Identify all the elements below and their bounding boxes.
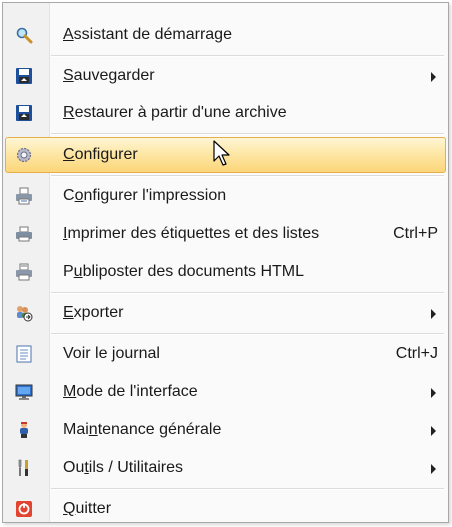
- tools-icon: [15, 459, 33, 477]
- menu-separator: [51, 333, 444, 335]
- menu-item-maintenance[interactable]: Maintenance générale: [5, 412, 446, 448]
- menu-item-quitter[interactable]: Quitter: [5, 491, 446, 527]
- menu-item-configurer-impression[interactable]: Configurer l'impression: [5, 178, 446, 214]
- restore-disk-icon: [15, 104, 33, 122]
- menu-separator: [51, 133, 444, 135]
- menu-item-voir-journal[interactable]: Voir le journal Ctrl+J: [5, 336, 446, 372]
- menu-item-label: Voir le journal: [63, 345, 160, 362]
- menu-item-restaurer[interactable]: Restaurer à partir d'une archive: [5, 95, 446, 131]
- monitor-icon: [15, 383, 33, 401]
- mouse-cursor-icon: [213, 140, 230, 166]
- menu-item-label: Mode de l'interface: [63, 383, 198, 400]
- menu-separator: [51, 488, 444, 490]
- menu-separator: [51, 55, 444, 57]
- menu-separator: [51, 292, 444, 294]
- quit-icon: [15, 500, 33, 518]
- context-menu: Assistant de démarrage Sauvegarder Resta…: [2, 2, 449, 523]
- menu-item-mode-interface[interactable]: Mode de l'interface: [5, 374, 446, 410]
- menu-item-label: Restaurer à partir d'une archive: [63, 104, 287, 121]
- shortcut-text: Ctrl+J: [395, 345, 438, 362]
- menu-item-label: Maintenance générale: [63, 421, 222, 438]
- menu-item-label: Imprimer des étiquettes et des listes: [63, 225, 320, 242]
- menu-item-assistant[interactable]: Assistant de démarrage: [5, 17, 446, 53]
- menu-item-exporter[interactable]: Exporter: [5, 295, 446, 331]
- menu-item-label: Configurer l'impression: [63, 187, 227, 204]
- maintenance-person-icon: [15, 421, 33, 439]
- menu-item-label: Outils / Utilitaires: [63, 459, 184, 476]
- printer-icon: [15, 225, 33, 243]
- menu-item-label: Exporter: [63, 304, 124, 321]
- submenu-arrow-icon: [431, 72, 436, 82]
- menu-item-label: Publiposter des documents HTML: [63, 263, 305, 280]
- export-users-icon: [15, 304, 33, 322]
- menu-item-label: Assistant de démarrage: [63, 26, 232, 43]
- gear-icon: [15, 146, 33, 164]
- menu-item-label: Quitter: [63, 500, 112, 517]
- mail-merge-printer-icon: [15, 263, 33, 281]
- submenu-arrow-icon: [431, 426, 436, 436]
- submenu-arrow-icon: [431, 388, 436, 398]
- journal-icon: [15, 345, 33, 363]
- menu-item-label: Sauvegarder: [63, 67, 155, 84]
- magnifier-icon: [15, 26, 33, 44]
- submenu-arrow-icon: [431, 464, 436, 474]
- shortcut-text: Ctrl+P: [393, 225, 438, 242]
- menu-item-imprimer[interactable]: Imprimer des étiquettes et des listes Ct…: [5, 216, 446, 252]
- menu-item-outils[interactable]: Outils / Utilitaires: [5, 450, 446, 486]
- menu-item-publiposter[interactable]: Publiposter des documents HTML: [5, 254, 446, 290]
- menu-separator: [51, 175, 444, 177]
- menu-item-sauvegarder[interactable]: Sauvegarder: [5, 58, 446, 94]
- printer-settings-icon: [15, 187, 33, 205]
- save-disk-icon: [15, 67, 33, 85]
- menu-item-label: Configurer: [63, 146, 138, 163]
- submenu-arrow-icon: [431, 309, 436, 319]
